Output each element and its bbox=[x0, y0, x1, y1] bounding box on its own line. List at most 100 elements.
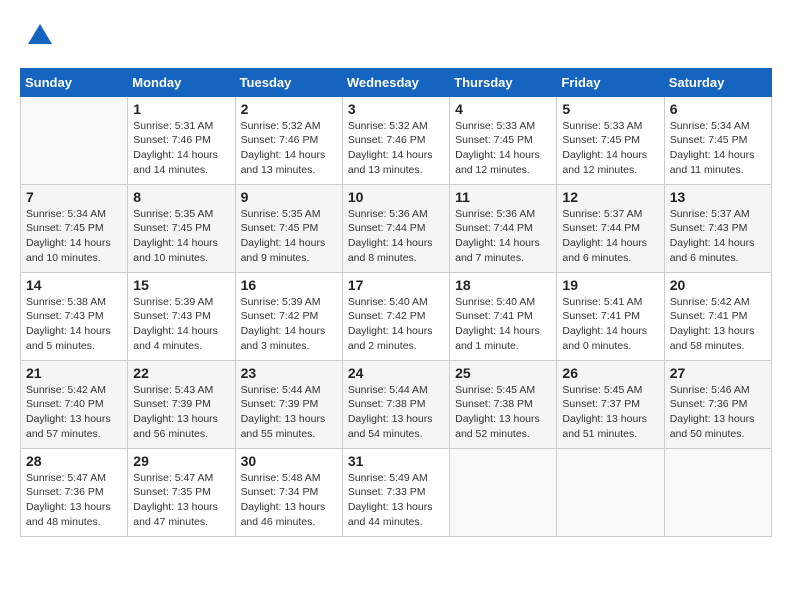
page-header bbox=[20, 20, 772, 58]
day-info: Sunrise: 5:36 AMSunset: 7:44 PMDaylight:… bbox=[348, 207, 444, 266]
day-cell: 1 Sunrise: 5:31 AMSunset: 7:46 PMDaylight… bbox=[128, 96, 235, 184]
day-cell: 22Sunrise: 5:43 AMSunset: 7:39 PMDayligh… bbox=[128, 360, 235, 448]
day-info: Sunrise: 5:33 AMSunset: 7:45 PMDaylight:… bbox=[562, 119, 658, 178]
day-number: 4 bbox=[455, 101, 551, 117]
day-number: 2 bbox=[241, 101, 337, 117]
day-cell: 15Sunrise: 5:39 AMSunset: 7:43 PMDayligh… bbox=[128, 272, 235, 360]
day-cell: 8 Sunrise: 5:35 AMSunset: 7:45 PMDaylight… bbox=[128, 184, 235, 272]
day-number: 14 bbox=[26, 277, 122, 293]
day-cell: 12Sunrise: 5:37 AMSunset: 7:44 PMDayligh… bbox=[557, 184, 664, 272]
day-cell: 26 Sunrise: 5:45 AMSunset: 7:37 PMDayligh… bbox=[557, 360, 664, 448]
calendar-body: 1 Sunrise: 5:31 AMSunset: 7:46 PMDaylight… bbox=[21, 96, 772, 536]
day-number: 31 bbox=[348, 453, 444, 469]
logo bbox=[20, 20, 56, 58]
day-number: 1 bbox=[133, 101, 229, 117]
day-cell: 2 Sunrise: 5:32 AMSunset: 7:46 PMDaylight… bbox=[235, 96, 342, 184]
dow-tuesday: Tuesday bbox=[235, 68, 342, 96]
day-info: Sunrise: 5:42 AMSunset: 7:41 PMDaylight:… bbox=[670, 295, 766, 354]
day-cell: 27Sunrise: 5:46 AMSunset: 7:36 PMDayligh… bbox=[664, 360, 771, 448]
dow-monday: Monday bbox=[128, 68, 235, 96]
day-number: 23 bbox=[241, 365, 337, 381]
day-info: Sunrise: 5:37 AMSunset: 7:43 PMDaylight:… bbox=[670, 207, 766, 266]
day-number: 30 bbox=[241, 453, 337, 469]
dow-wednesday: Wednesday bbox=[342, 68, 449, 96]
day-cell: 13 Sunrise: 5:37 AMSunset: 7:43 PMDayligh… bbox=[664, 184, 771, 272]
day-info: Sunrise: 5:45 AMSunset: 7:38 PMDaylight:… bbox=[455, 383, 551, 442]
day-info: Sunrise: 5:32 AMSunset: 7:46 PMDaylight:… bbox=[241, 119, 337, 178]
day-number: 9 bbox=[241, 189, 337, 205]
day-cell: 28 Sunrise: 5:47 AMSunset: 7:36 PMDayligh… bbox=[21, 448, 128, 536]
day-info: Sunrise: 5:44 AMSunset: 7:39 PMDaylight:… bbox=[241, 383, 337, 442]
day-info: Sunrise: 5:31 AMSunset: 7:46 PMDaylight:… bbox=[133, 119, 229, 178]
day-info: Sunrise: 5:33 AMSunset: 7:45 PMDaylight:… bbox=[455, 119, 551, 178]
day-cell: 17 Sunrise: 5:40 AMSunset: 7:42 PMDayligh… bbox=[342, 272, 449, 360]
day-info: Sunrise: 5:40 AMSunset: 7:42 PMDaylight:… bbox=[348, 295, 444, 354]
day-number: 7 bbox=[26, 189, 122, 205]
day-number: 18 bbox=[455, 277, 551, 293]
day-cell: 4 Sunrise: 5:33 AMSunset: 7:45 PMDaylight… bbox=[450, 96, 557, 184]
day-cell bbox=[557, 448, 664, 536]
day-number: 20 bbox=[670, 277, 766, 293]
day-number: 27 bbox=[670, 365, 766, 381]
day-number: 8 bbox=[133, 189, 229, 205]
week-row-2: 7 Sunrise: 5:34 AMSunset: 7:45 PMDaylight… bbox=[21, 184, 772, 272]
day-info: Sunrise: 5:45 AMSunset: 7:37 PMDaylight:… bbox=[562, 383, 658, 442]
day-cell: 14Sunrise: 5:38 AMSunset: 7:43 PMDayligh… bbox=[21, 272, 128, 360]
day-cell: 6Sunrise: 5:34 AMSunset: 7:45 PMDaylight… bbox=[664, 96, 771, 184]
day-cell: 9 Sunrise: 5:35 AMSunset: 7:45 PMDaylight… bbox=[235, 184, 342, 272]
day-info: Sunrise: 5:47 AMSunset: 7:35 PMDaylight:… bbox=[133, 471, 229, 530]
day-cell: 18 Sunrise: 5:40 AMSunset: 7:41 PMDayligh… bbox=[450, 272, 557, 360]
day-cell bbox=[664, 448, 771, 536]
day-info: Sunrise: 5:48 AMSunset: 7:34 PMDaylight:… bbox=[241, 471, 337, 530]
day-number: 28 bbox=[26, 453, 122, 469]
day-number: 13 bbox=[670, 189, 766, 205]
day-cell bbox=[450, 448, 557, 536]
day-cell: 10 Sunrise: 5:36 AMSunset: 7:44 PMDayligh… bbox=[342, 184, 449, 272]
week-row-4: 21Sunrise: 5:42 AMSunset: 7:40 PMDayligh… bbox=[21, 360, 772, 448]
week-row-5: 28 Sunrise: 5:47 AMSunset: 7:36 PMDayligh… bbox=[21, 448, 772, 536]
day-cell: 31 Sunrise: 5:49 AMSunset: 7:33 PMDayligh… bbox=[342, 448, 449, 536]
day-info: Sunrise: 5:32 AMSunset: 7:46 PMDaylight:… bbox=[348, 119, 444, 178]
day-info: Sunrise: 5:34 AMSunset: 7:45 PMDaylight:… bbox=[26, 207, 122, 266]
day-number: 19 bbox=[562, 277, 658, 293]
dow-thursday: Thursday bbox=[450, 68, 557, 96]
day-number: 16 bbox=[241, 277, 337, 293]
day-cell: 30 Sunrise: 5:48 AMSunset: 7:34 PMDayligh… bbox=[235, 448, 342, 536]
dow-friday: Friday bbox=[557, 68, 664, 96]
day-cell: 16 Sunrise: 5:39 AMSunset: 7:42 PMDayligh… bbox=[235, 272, 342, 360]
week-row-1: 1 Sunrise: 5:31 AMSunset: 7:46 PMDaylight… bbox=[21, 96, 772, 184]
day-number: 17 bbox=[348, 277, 444, 293]
day-info: Sunrise: 5:41 AMSunset: 7:41 PMDaylight:… bbox=[562, 295, 658, 354]
day-info: Sunrise: 5:35 AMSunset: 7:45 PMDaylight:… bbox=[241, 207, 337, 266]
day-cell: 7 Sunrise: 5:34 AMSunset: 7:45 PMDaylight… bbox=[21, 184, 128, 272]
day-number: 22 bbox=[133, 365, 229, 381]
day-number: 26 bbox=[562, 365, 658, 381]
dow-sunday: Sunday bbox=[21, 68, 128, 96]
day-number: 21 bbox=[26, 365, 122, 381]
day-cell: 25 Sunrise: 5:45 AMSunset: 7:38 PMDayligh… bbox=[450, 360, 557, 448]
day-info: Sunrise: 5:39 AMSunset: 7:42 PMDaylight:… bbox=[241, 295, 337, 354]
day-number: 10 bbox=[348, 189, 444, 205]
day-cell: 29 Sunrise: 5:47 AMSunset: 7:35 PMDayligh… bbox=[128, 448, 235, 536]
logo-icon bbox=[24, 20, 56, 52]
day-info: Sunrise: 5:49 AMSunset: 7:33 PMDaylight:… bbox=[348, 471, 444, 530]
day-number: 29 bbox=[133, 453, 229, 469]
day-number: 5 bbox=[562, 101, 658, 117]
day-number: 15 bbox=[133, 277, 229, 293]
day-number: 25 bbox=[455, 365, 551, 381]
day-number: 6 bbox=[670, 101, 766, 117]
day-info: Sunrise: 5:47 AMSunset: 7:36 PMDaylight:… bbox=[26, 471, 122, 530]
day-info: Sunrise: 5:40 AMSunset: 7:41 PMDaylight:… bbox=[455, 295, 551, 354]
day-cell: 21Sunrise: 5:42 AMSunset: 7:40 PMDayligh… bbox=[21, 360, 128, 448]
day-cell: 24Sunrise: 5:44 AMSunset: 7:38 PMDayligh… bbox=[342, 360, 449, 448]
day-cell: 3Sunrise: 5:32 AMSunset: 7:46 PMDaylight… bbox=[342, 96, 449, 184]
day-cell: 19 Sunrise: 5:41 AMSunset: 7:41 PMDayligh… bbox=[557, 272, 664, 360]
dow-saturday: Saturday bbox=[664, 68, 771, 96]
day-info: Sunrise: 5:37 AMSunset: 7:44 PMDaylight:… bbox=[562, 207, 658, 266]
day-cell: 11 Sunrise: 5:36 AMSunset: 7:44 PMDayligh… bbox=[450, 184, 557, 272]
day-cell: 5 Sunrise: 5:33 AMSunset: 7:45 PMDaylight… bbox=[557, 96, 664, 184]
day-info: Sunrise: 5:35 AMSunset: 7:45 PMDaylight:… bbox=[133, 207, 229, 266]
day-info: Sunrise: 5:36 AMSunset: 7:44 PMDaylight:… bbox=[455, 207, 551, 266]
day-cell bbox=[21, 96, 128, 184]
day-number: 11 bbox=[455, 189, 551, 205]
